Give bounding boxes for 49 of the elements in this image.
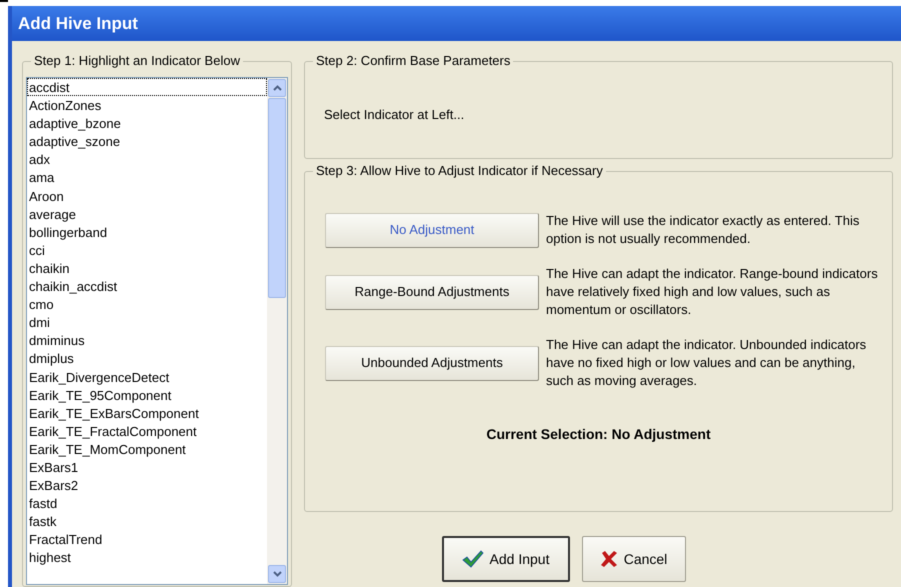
current-selection: Current Selection: No Adjustment	[486, 425, 711, 444]
adjustment-button[interactable]: Range-Bound Adjustments	[325, 274, 539, 310]
indicator-item[interactable]: ExBars1	[27, 458, 267, 476]
option-description: The Hive can adapt the indicator. Range-bound indicators have relatively fixed high and low values, such as momentum or oscillators.	[546, 265, 879, 319]
cancel-button[interactable]: Cancel	[582, 536, 686, 582]
add-input-button[interactable]: Add Input	[442, 536, 570, 582]
indicator-item[interactable]: ama	[27, 168, 267, 187]
indicator-item[interactable]: average	[27, 204, 267, 223]
scroll-thumb[interactable]	[268, 98, 286, 298]
group-label: Step 1: Highlight an Indicator Below	[31, 53, 243, 69]
status-message: Select Indicator at Left...	[324, 106, 464, 124]
indicator-item[interactable]: highest	[27, 548, 267, 567]
indicator-item[interactable]: adaptive_szone	[27, 132, 267, 150]
window-title: Add Hive Input	[18, 12, 138, 35]
chevron-down-icon	[272, 571, 282, 577]
scrollbar[interactable]	[267, 78, 287, 584]
group-label: Step 3: Allow Hive to Adjust Indicator if Necessary	[313, 163, 606, 179]
indicator-item[interactable]: adaptive_bzone	[27, 114, 267, 132]
x-icon	[600, 550, 618, 568]
adjustment-button[interactable]: No Adjustment	[325, 212, 539, 248]
indicator-item[interactable]: bollingerband	[27, 222, 267, 241]
indicator-item[interactable]: dmiminus	[27, 331, 267, 350]
indicator-item[interactable]: Earik_TE_95Component	[27, 386, 267, 404]
scroll-down-button[interactable]	[268, 565, 286, 583]
indicator-item[interactable]: dmiplus	[27, 349, 267, 368]
option-description: The Hive will use the indicator exactly as entered. This option is not usually recommended.	[546, 212, 860, 248]
indicator-item[interactable]: accdist	[27, 78, 267, 96]
option-description: The Hive can adapt the indicator. Unbounded indicators have no fixed high or low values and can be anything, such as moving averages.	[546, 336, 868, 390]
indicator-item[interactable]: Earik_TE_MomComponent	[27, 440, 267, 458]
indicator-item[interactable]: Earik_TE_FractalComponent	[27, 422, 267, 440]
indicator-item[interactable]: chaikin_accdist	[27, 277, 267, 296]
check-icon	[462, 550, 484, 568]
indicator-item[interactable]: Earik_DivergenceDetect	[27, 368, 267, 386]
group-label: Step 2: Confirm Base Parameters	[313, 53, 514, 69]
indicator-item[interactable]: chaikin	[27, 258, 267, 278]
indicator-item[interactable]: ActionZones	[27, 96, 267, 114]
indicator-item[interactable]: fastd	[27, 494, 267, 512]
adjustment-button[interactable]: Unbounded Adjustments	[325, 346, 539, 380]
indicator-item[interactable]: cmo	[27, 295, 267, 314]
indicator-item[interactable]: dmi	[27, 313, 267, 332]
indicator-item[interactable]: FractalTrend	[27, 530, 267, 548]
chevron-up-icon	[272, 85, 282, 91]
indicator-item[interactable]: adx	[27, 150, 267, 168]
indicator-item[interactable]: fastk	[27, 512, 267, 530]
scroll-up-button[interactable]	[268, 79, 286, 97]
indicator-item[interactable]: Earik_TE_ExBarsComponent	[27, 404, 267, 422]
indicator-item[interactable]: cci	[27, 240, 267, 259]
indicator-item[interactable]: Aroon	[27, 186, 267, 205]
indicator-item[interactable]: ExBars2	[27, 476, 267, 494]
